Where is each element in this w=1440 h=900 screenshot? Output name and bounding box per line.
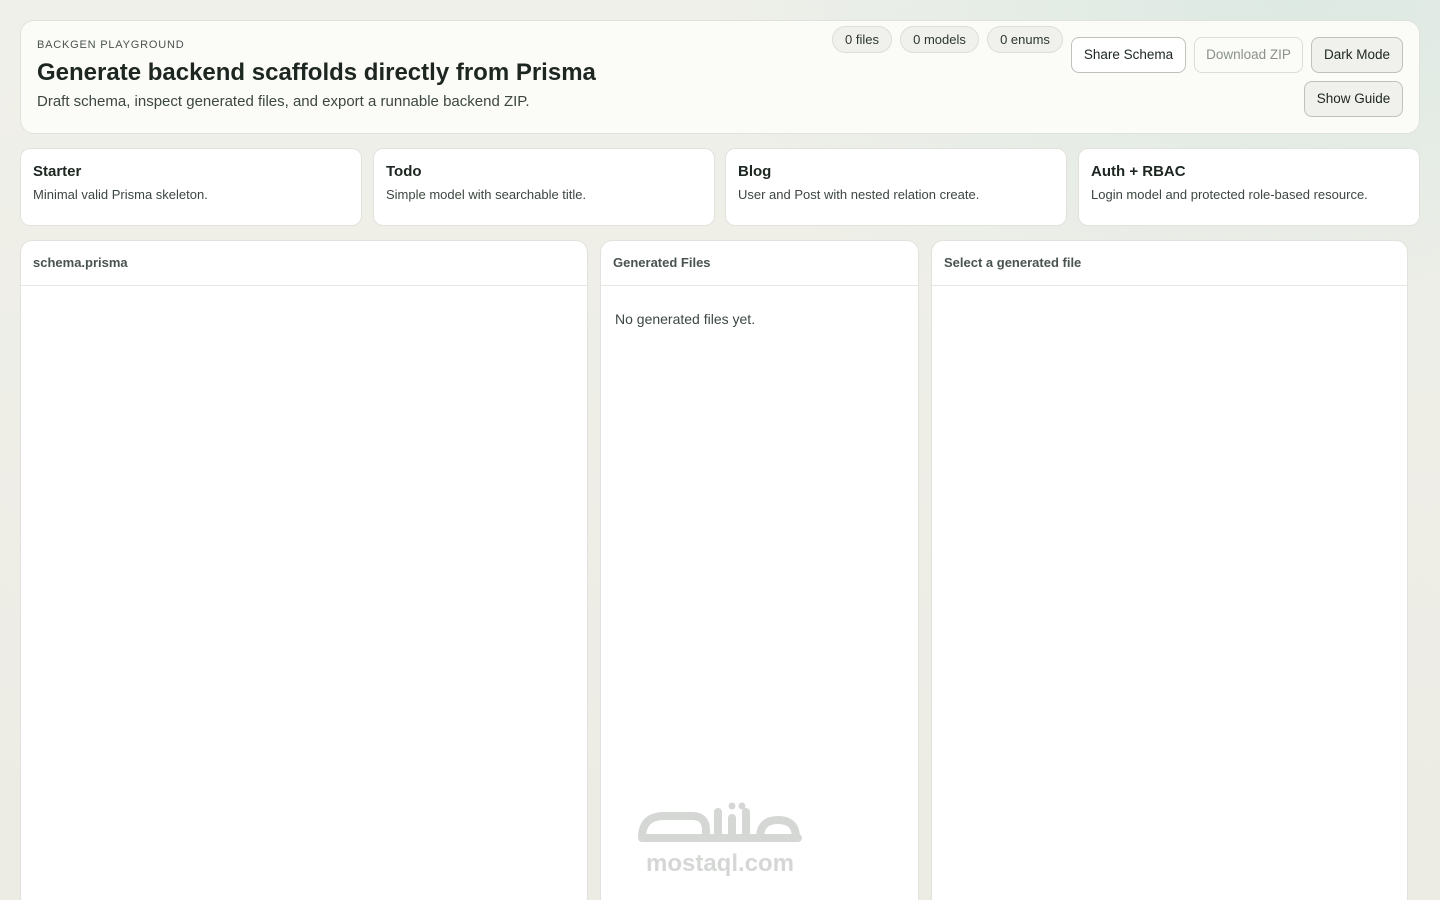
editor-panel-title: schema.prisma [21,241,587,286]
download-zip-button[interactable]: Download ZIP [1194,37,1303,73]
enums-count-badge: 0 enums [987,26,1063,53]
watermark-logo: mostaql.com [632,798,808,886]
template-description: Login model and protected role-based res… [1091,187,1368,202]
template-description: Minimal valid Prisma skeleton. [33,187,208,202]
watermark-glyph-icon [638,802,802,842]
share-schema-button[interactable]: Share Schema [1071,37,1186,73]
template-card-blog[interactable]: Blog User and Post with nested relation … [725,148,1067,226]
page-subtitle: Draft schema, inspect generated files, a… [37,93,530,110]
empty-files-message: No generated files yet. [615,311,756,327]
template-card-starter[interactable]: Starter Minimal valid Prisma skeleton. [20,148,362,226]
header-card: BACKGEN PLAYGROUND Generate backend scaf… [20,20,1420,134]
app-eyebrow: BACKGEN PLAYGROUND [37,39,185,51]
page-title: Generate backend scaffolds directly from… [37,59,596,86]
files-panel-title: Generated Files [601,241,918,286]
dark-mode-button[interactable]: Dark Mode [1311,37,1403,73]
files-count-badge: 0 files [832,26,892,53]
template-title: Blog [738,163,772,180]
template-description: User and Post with nested relation creat… [738,187,980,202]
template-title: Auth + RBAC [1091,163,1186,180]
template-card-auth-rbac[interactable]: Auth + RBAC Login model and protected ro… [1078,148,1420,226]
template-description: Simple model with searchable title. [386,187,587,202]
template-title: Todo [386,163,422,180]
viewer-panel-title: Select a generated file [932,241,1407,286]
schema-editor-panel[interactable]: schema.prisma [20,240,588,900]
watermark-text: mostaql.com [645,850,795,877]
show-guide-button[interactable]: Show Guide [1304,81,1403,117]
template-card-todo[interactable]: Todo Simple model with searchable title. [373,148,715,226]
models-count-badge: 0 models [900,26,979,53]
file-viewer-panel: Select a generated file [931,240,1408,900]
template-title: Starter [33,163,82,180]
